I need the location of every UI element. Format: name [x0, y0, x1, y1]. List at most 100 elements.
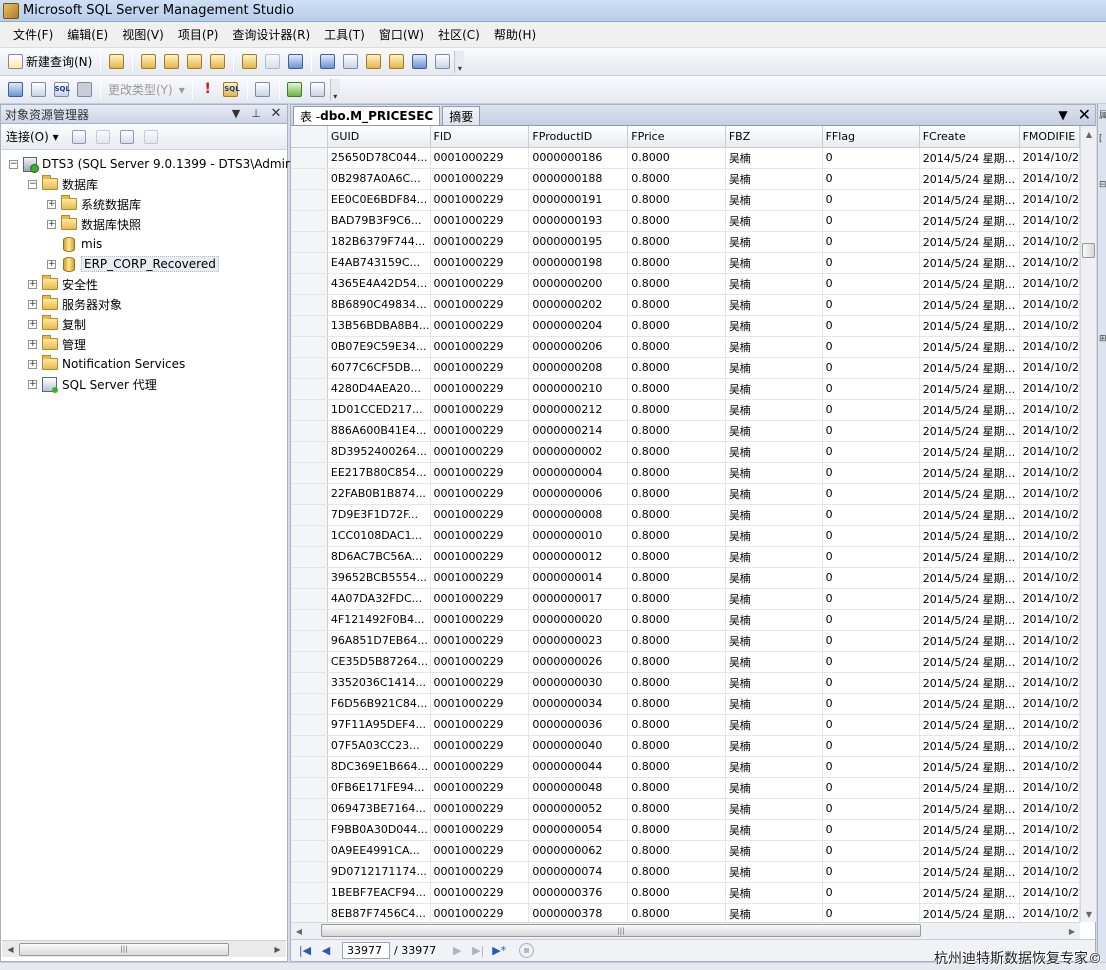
grid-cell-fflag[interactable]: 0 [822, 315, 920, 337]
grid-cell-fflag[interactable]: 0 [822, 189, 920, 211]
table-row[interactable]: 22FAB0B1B874... 0001000229 0000000006 0.800… [291, 483, 1080, 505]
expand-icon[interactable]: + [28, 319, 37, 329]
grid-cell-fprice[interactable]: 0.8000 [627, 861, 726, 883]
grid-cell-fcreate[interactable]: 2014/5/24 星期... [919, 672, 1020, 694]
grid-cell-fid[interactable]: 0001000229 [430, 336, 530, 358]
row-selector[interactable] [291, 168, 328, 190]
table-row[interactable]: 25650D78C044... 0001000229 0000000186 0.800… [291, 147, 1080, 169]
table-row[interactable]: 4F121492F0B4... 0001000229 0000000020 0.800… [291, 609, 1080, 631]
grid-cell-guid[interactable]: 96A851D7EB64... [327, 630, 431, 652]
pin-icon[interactable]: ⊥ [249, 107, 263, 121]
grid-cell-fproductid[interactable]: 0000000193 [528, 210, 629, 232]
next-record-icon[interactable]: ▶ [448, 942, 466, 960]
summary-button[interactable] [431, 51, 453, 73]
save-all-button[interactable] [284, 51, 306, 73]
grid-cell-fproductid[interactable]: 0000000200 [528, 273, 629, 295]
grid-cell-fprice[interactable]: 0.8000 [627, 693, 726, 715]
grid-cell-guid[interactable]: 069473BE7164... [327, 798, 431, 820]
grid-cell-fbz[interactable]: 吴楠 [725, 252, 823, 274]
grid-cell-fmodifie[interactable]: 2014/10/2 [1019, 525, 1080, 547]
grid-cell-fflag[interactable]: 0 [822, 735, 920, 757]
grid-cell-fproductid[interactable]: 0000000017 [528, 588, 629, 610]
tab-table-m-pricesec[interactable]: 表 - dbo.M_PRICESEC [293, 106, 441, 125]
grid-cell-fproductid[interactable]: 0000000052 [528, 798, 629, 820]
grid-cell-fid[interactable]: 0001000229 [430, 294, 530, 316]
grid-cell-fmodifie[interactable]: 2014/10/2 [1019, 672, 1080, 694]
grid-cell-fid[interactable]: 0001000229 [430, 210, 530, 232]
scroll-right-icon[interactable]: ▶ [1064, 923, 1080, 939]
table-row[interactable]: 4365E4A42D54... 0001000229 0000000200 0.800… [291, 273, 1080, 295]
grid-cell-fprice[interactable]: 0.8000 [627, 168, 726, 190]
expand-icon[interactable]: + [28, 359, 37, 369]
grid-cell-fid[interactable]: 0001000229 [430, 630, 530, 652]
menu-help[interactable]: 帮助(H) [487, 23, 543, 46]
grid-cell-fbz[interactable]: 吴楠 [725, 546, 823, 568]
row-selector[interactable] [291, 504, 328, 526]
row-selector[interactable] [291, 588, 328, 610]
show-sql-pane-button[interactable]: SQL [50, 79, 72, 101]
row-selector[interactable] [291, 357, 328, 379]
table-row[interactable]: EE0C0E6BDF84... 0001000229 0000000191 0.800… [291, 189, 1080, 211]
grid-cell-fbz[interactable]: 吴楠 [725, 756, 823, 778]
grid-vertical-scrollbar[interactable]: ▲ ▼ [1080, 126, 1096, 922]
grid-cell-fflag[interactable]: 0 [822, 777, 920, 799]
scroll-right-icon[interactable]: ▶ [269, 941, 286, 957]
dmx-query-button[interactable] [160, 51, 182, 73]
grid-cell-fmodifie[interactable]: 2014/10/2 [1019, 798, 1080, 820]
grid-cell-fid[interactable]: 0001000229 [430, 147, 530, 169]
grid-cell-guid[interactable]: 1D01CCED217... [327, 399, 431, 421]
grid-cell-fcreate[interactable]: 2014/5/24 星期... [919, 882, 1020, 904]
grid-cell-fcreate[interactable]: 2014/5/24 星期... [919, 609, 1020, 631]
grid-cell-fmodifie[interactable]: 2014/10/2 [1019, 399, 1080, 421]
row-selector[interactable] [291, 483, 328, 505]
row-header-corner[interactable] [291, 126, 328, 148]
grid-cell-fmodifie[interactable]: 2014/10/2 [1019, 441, 1080, 463]
activity-monitor-button[interactable] [408, 51, 430, 73]
grid-cell-fprice[interactable]: 0.8000 [627, 672, 726, 694]
grid-cell-fprice[interactable]: 0.8000 [627, 399, 726, 421]
grid-cell-fmodifie[interactable]: 2014/10/2 [1019, 588, 1080, 610]
grid-cell-fcreate[interactable]: 2014/5/24 星期... [919, 462, 1020, 484]
grid-cell-fprice[interactable]: 0.8000 [627, 546, 726, 568]
grid-cell-fflag[interactable]: 0 [822, 462, 920, 484]
grid-cell-fid[interactable]: 0001000229 [430, 462, 530, 484]
grid-cell-guid[interactable]: 25650D78C044... [327, 147, 431, 169]
tree-node-sql-agent[interactable]: + SQL Server 代理 [28, 374, 157, 394]
grid-cell-fflag[interactable]: 0 [822, 546, 920, 568]
grid-cell-fprice[interactable]: 0.8000 [627, 273, 726, 295]
grid-cell-fprice[interactable]: 0.8000 [627, 357, 726, 379]
new-record-icon[interactable]: ▶* [490, 942, 508, 960]
grid-cell-fbz[interactable]: 吴楠 [725, 273, 823, 295]
grid-cell-fbz[interactable]: 吴楠 [725, 504, 823, 526]
grid-cell-fcreate[interactable]: 2014/5/24 星期... [919, 294, 1020, 316]
change-type-dropdown[interactable]: 更改类型(Y) [105, 81, 176, 98]
grid-cell-fproductid[interactable]: 0000000026 [528, 651, 629, 673]
tree-node-server[interactable]: − DTS3 (SQL Server 9.0.1399 - DTS3\Admin [9, 154, 293, 174]
grid-cell-fbz[interactable]: 吴楠 [725, 294, 823, 316]
grid-cell-fmodifie[interactable]: 2014/10/2 [1019, 546, 1080, 568]
grid-cell-fbz[interactable]: 吴楠 [725, 483, 823, 505]
grid-cell-fflag[interactable]: 0 [822, 882, 920, 904]
grid-cell-fmodifie[interactable]: 2014/10/2 [1019, 714, 1080, 736]
grid-cell-guid[interactable]: 0B2987A0A6C... [327, 168, 431, 190]
scrollbar-thumb[interactable]: ||| [19, 942, 229, 956]
grid-cell-fprice[interactable]: 0.8000 [627, 420, 726, 442]
grid-cell-fid[interactable]: 0001000229 [430, 882, 530, 904]
table-row[interactable]: 069473BE7164... 0001000229 0000000052 0.800… [291, 798, 1080, 820]
grid-cell-fmodifie[interactable]: 2014/10/2 [1019, 252, 1080, 274]
table-row[interactable]: 8EB87F7456C4... 0001000229 0000000378 0.800… [291, 903, 1080, 922]
grid-cell-fid[interactable]: 0001000229 [430, 357, 530, 379]
grid-cell-guid[interactable]: 97F11A95DEF4... [327, 714, 431, 736]
grid-cell-fid[interactable]: 0001000229 [430, 756, 530, 778]
grid-cell-fid[interactable]: 0001000229 [430, 273, 530, 295]
tab-list-dropdown-icon[interactable]: ▼ [1058, 108, 1067, 122]
show-results-pane-button[interactable] [73, 79, 95, 101]
grid-cell-fproductid[interactable]: 0000000202 [528, 294, 629, 316]
grid-cell-guid[interactable]: 0B07E9C59E34... [327, 336, 431, 358]
grid-cell-guid[interactable]: 0FB6E171FE94... [327, 777, 431, 799]
grid-cell-fcreate[interactable]: 2014/5/24 星期... [919, 819, 1020, 841]
grid-cell-fflag[interactable]: 0 [822, 294, 920, 316]
table-row[interactable]: EE217B80C854... 0001000229 0000000004 0.800… [291, 462, 1080, 484]
grid-cell-fmodifie[interactable]: 2014/10/2 [1019, 189, 1080, 211]
grid-cell-fflag[interactable]: 0 [822, 252, 920, 274]
